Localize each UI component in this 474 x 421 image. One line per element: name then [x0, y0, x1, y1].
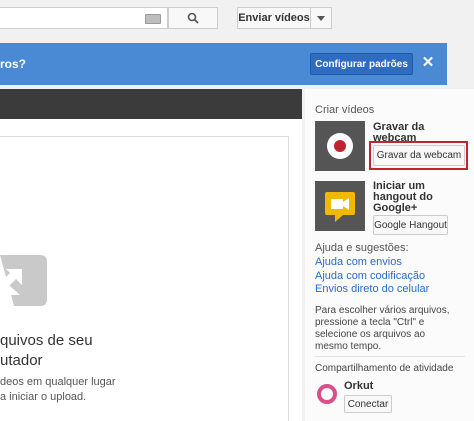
google-hangout-button[interactable]: Google Hangout: [373, 215, 448, 235]
upload-dropdown-button[interactable]: [310, 7, 332, 29]
create-videos-title: Criar vídeos: [315, 104, 375, 116]
banner-text: ros?: [0, 57, 27, 71]
drop-zone-subtitle-line2: a iniciar o upload.: [0, 391, 87, 403]
drop-zone-title: quivos de seu: [0, 332, 93, 349]
divider: [315, 356, 465, 357]
hangout-title: Iniciar um hangout do Google+: [373, 180, 433, 214]
drop-zone-subtitle: deos em qualquer lugar: [0, 376, 116, 388]
configure-defaults-button[interactable]: Configurar padrões: [310, 53, 413, 75]
hangout-thumbnail[interactable]: [315, 181, 365, 231]
top-bar: Enviar vídeos: [0, 0, 474, 36]
search-input[interactable]: [0, 7, 168, 29]
search-icon: [187, 12, 199, 24]
help-title: Ajuda e sugestões:: [315, 242, 409, 254]
drop-zone-title-line2: utador: [0, 352, 43, 369]
webcam-thumbnail[interactable]: [315, 121, 365, 171]
upload-arrow-icon[interactable]: [0, 255, 48, 315]
highlight-outline: [369, 141, 468, 170]
link-mobile-uploads[interactable]: Envios direto do celular: [315, 283, 429, 296]
connect-button[interactable]: Conectar: [344, 395, 392, 413]
record-icon: [327, 133, 353, 159]
link-encoding-help[interactable]: Ajuda com codificação: [315, 270, 425, 283]
keyboard-icon[interactable]: [145, 14, 161, 24]
upload-panel-header: [0, 89, 302, 119]
upload-videos-button[interactable]: Enviar vídeos: [237, 7, 310, 29]
orkut-label: Orkut: [344, 380, 374, 392]
link-upload-help[interactable]: Ajuda com envios: [315, 256, 402, 269]
caret-down-icon: [317, 15, 325, 21]
multi-file-tip: Para escolher vários arquivos, pressione…: [315, 305, 450, 352]
close-icon[interactable]: ✕: [421, 55, 435, 71]
search-button[interactable]: [168, 7, 218, 29]
orkut-icon: [317, 384, 337, 404]
activity-sharing-title: Compartilhamento de atividade: [315, 363, 454, 374]
hangout-icon: [325, 192, 355, 222]
